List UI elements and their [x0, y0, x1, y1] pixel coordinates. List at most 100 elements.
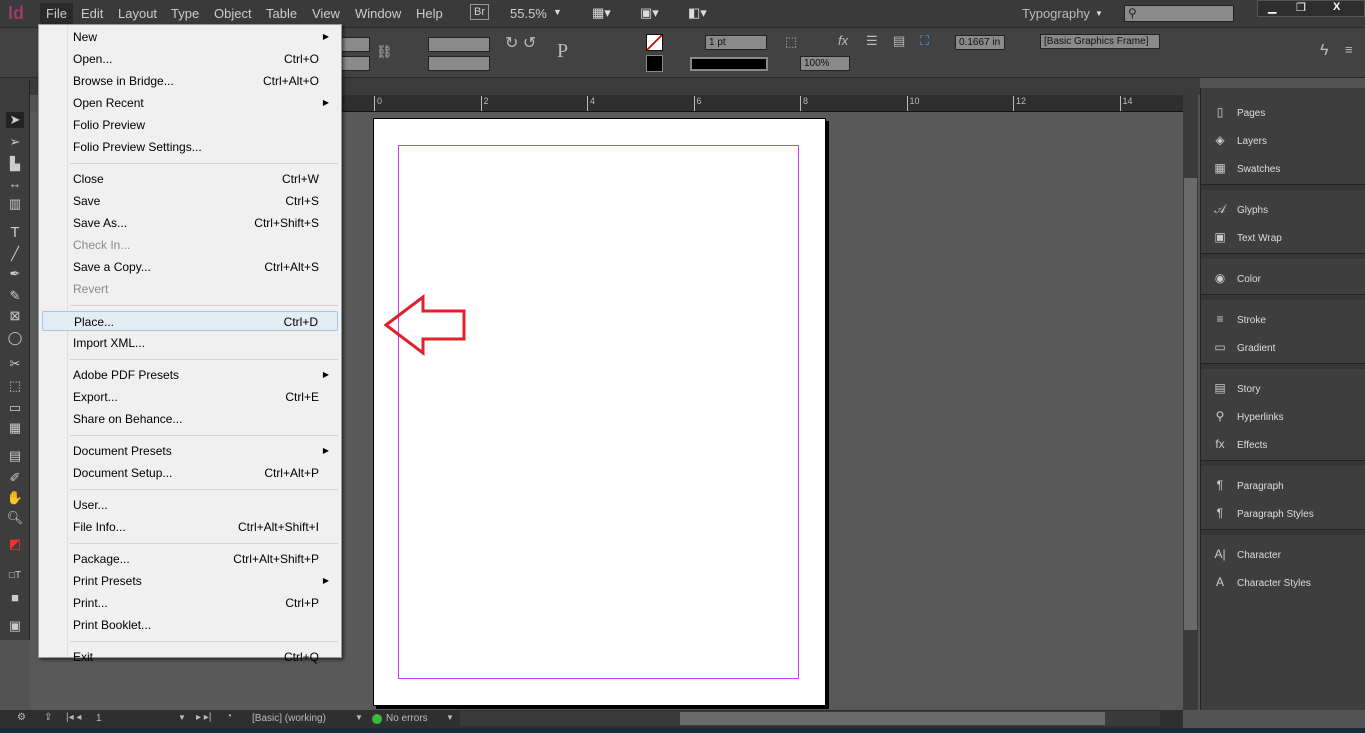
menu-item-save-as[interactable]: Save As... Ctrl+Shift+S: [42, 213, 338, 233]
minimize-button[interactable]: ▁: [1268, 1, 1276, 14]
menu-item-save[interactable]: Save Ctrl+S: [42, 191, 338, 211]
next-page-button[interactable]: ▸ ▸|: [196, 712, 211, 723]
menu-item-place[interactable]: Place... Ctrl+D: [42, 311, 338, 331]
scissors-tool[interactable]: ✂: [6, 356, 24, 372]
search-input[interactable]: ⚲: [1124, 5, 1234, 22]
rotate-icon[interactable]: ↻ ↺: [505, 33, 536, 53]
menu-item-print-booklet[interactable]: Print Booklet...: [42, 615, 338, 635]
zoom-level[interactable]: 55.5%: [510, 6, 547, 21]
panel-color[interactable]: ◉ Color: [1211, 270, 1261, 286]
effects-fx-icon[interactable]: fx: [838, 33, 848, 48]
menu-file[interactable]: File: [40, 3, 73, 25]
menu-item-share-on-behance[interactable]: Share on Behance...: [42, 409, 338, 429]
rotation-field[interactable]: [428, 37, 490, 52]
menu-type[interactable]: Type: [171, 6, 199, 21]
menu-edit[interactable]: Edit: [81, 6, 103, 21]
page-dropdown-icon[interactable]: ▼: [178, 713, 186, 722]
panel-effects[interactable]: fx Effects: [1211, 436, 1267, 452]
panel-hyperlinks[interactable]: ⚲ Hyperlinks: [1211, 408, 1284, 424]
menu-item-close[interactable]: Close Ctrl+W: [42, 169, 338, 189]
menu-item-print[interactable]: Print... Ctrl+P: [42, 593, 338, 613]
menu-item-folio-preview-settings[interactable]: Folio Preview Settings...: [42, 137, 338, 157]
panel-paragraph-styles[interactable]: ¶ Paragraph Styles: [1211, 505, 1314, 521]
menu-item-open-recent[interactable]: Open Recent ▶: [42, 93, 338, 113]
view-options-icon[interactable]: ▦▾: [592, 5, 611, 21]
apply-color-icon[interactable]: ■: [6, 590, 24, 605]
text-wrap-none-icon[interactable]: ☰: [866, 33, 878, 49]
stroke-swatch[interactable]: [646, 55, 663, 72]
workspace-switcher[interactable]: Typography: [1022, 6, 1090, 21]
panel-character[interactable]: A| Character: [1211, 546, 1280, 562]
panel-story[interactable]: ▤ Story: [1211, 380, 1260, 396]
formatting-affects-icon[interactable]: □T: [6, 570, 24, 581]
page-number-field[interactable]: 1: [96, 713, 102, 724]
menu-table[interactable]: Table: [266, 6, 297, 21]
horizontal-scroll-thumb[interactable]: [680, 712, 1105, 725]
stroke-weight-field[interactable]: 1 pt: [705, 35, 767, 50]
panel-menu-icon[interactable]: ≡: [1345, 42, 1353, 57]
menu-item-file-info[interactable]: File Info... Ctrl+Alt+Shift+I: [42, 517, 338, 537]
note-tool[interactable]: ▤: [6, 448, 24, 464]
close-button[interactable]: X: [1333, 1, 1340, 13]
offset-field[interactable]: 0.1667 in: [955, 35, 1005, 50]
fill-stroke-icon[interactable]: ◩: [6, 536, 24, 552]
gradient-swatch-tool[interactable]: ▭: [6, 400, 24, 416]
quick-apply-icon[interactable]: ϟ: [1320, 42, 1328, 60]
view-mode-icon[interactable]: ▣: [6, 618, 24, 634]
vertical-scroll-thumb[interactable]: [1184, 178, 1197, 630]
stroke-type-dropdown[interactable]: [690, 57, 768, 71]
hand-tool[interactable]: ✋: [6, 490, 24, 506]
menu-item-user[interactable]: User...: [42, 495, 338, 515]
horizontal-scrollbar[interactable]: [460, 711, 1160, 726]
menu-item-package[interactable]: Package... Ctrl+Alt+Shift+P: [42, 549, 338, 569]
free-transform-tool[interactable]: ⬚: [6, 378, 24, 394]
panel-pages[interactable]: ▯ Pages: [1211, 104, 1266, 120]
reference-point-icon[interactable]: P: [557, 40, 568, 63]
zoom-dropdown-icon[interactable]: ▼: [553, 7, 562, 17]
menu-help[interactable]: Help: [416, 6, 443, 21]
bridge-button[interactable]: Br: [470, 4, 489, 20]
fill-swatch[interactable]: [646, 34, 663, 51]
page-tool[interactable]: ▙: [6, 156, 24, 172]
panel-stroke[interactable]: ≡ Stroke: [1211, 311, 1265, 327]
style-dropdown-icon[interactable]: ▼: [355, 713, 363, 722]
panel-layers[interactable]: ◈ Layers: [1211, 132, 1267, 148]
panel-glyphs[interactable]: 𝒜 Glyphs: [1211, 201, 1268, 217]
menu-item-browse-in-bridge[interactable]: Browse in Bridge... Ctrl+Alt+O: [42, 71, 338, 91]
first-page-button[interactable]: |◂ ◂: [66, 712, 81, 723]
menu-item-adobe-pdf-presets[interactable]: Adobe PDF Presets ▶: [42, 365, 338, 385]
eyedropper-tool[interactable]: ✐: [6, 470, 24, 486]
ellipse-tool[interactable]: ◯: [6, 330, 24, 346]
rectangle-frame-tool[interactable]: ⊠: [6, 308, 24, 324]
selection-tool[interactable]: ➤: [6, 112, 24, 128]
menu-object[interactable]: Object: [214, 6, 252, 21]
restore-button[interactable]: ❐: [1296, 1, 1306, 14]
menu-layout[interactable]: Layout: [118, 6, 157, 21]
opacity-field[interactable]: 100%: [800, 56, 850, 71]
y-field[interactable]: [340, 56, 370, 71]
gap-tool[interactable]: ↔: [6, 176, 24, 191]
menu-item-folio-preview[interactable]: Folio Preview: [42, 115, 338, 135]
workspace-dropdown-icon[interactable]: ▼: [1095, 9, 1103, 18]
arrange-documents-icon[interactable]: ◧▾: [688, 5, 707, 21]
content-collector-tool[interactable]: ▥: [6, 196, 24, 212]
preflight-dropdown-icon[interactable]: ▼: [446, 713, 454, 722]
preflight-status[interactable]: No errors: [386, 713, 428, 724]
panel-paragraph[interactable]: ¶ Paragraph: [1211, 477, 1284, 493]
line-tool[interactable]: ╱: [6, 246, 24, 262]
corner-options-icon[interactable]: ⬚: [785, 34, 797, 50]
shear-field[interactable]: [428, 56, 490, 71]
type-tool[interactable]: T: [6, 224, 24, 241]
menu-item-document-setup[interactable]: Document Setup... Ctrl+Alt+P: [42, 463, 338, 483]
zoom-tool[interactable]: 🔍︎: [6, 510, 24, 526]
menu-item-import-xml[interactable]: Import XML...: [42, 333, 338, 353]
style-status[interactable]: [Basic] (working): [252, 713, 326, 724]
menu-item-print-presets[interactable]: Print Presets ▶: [42, 571, 338, 591]
preflight-settings-icon[interactable]: ⚙: [17, 712, 26, 723]
menu-item-save-a-copy[interactable]: Save a Copy... Ctrl+Alt+S: [42, 257, 338, 277]
menu-item-export[interactable]: Export... Ctrl+E: [42, 387, 338, 407]
panel-character-styles[interactable]: A Character Styles: [1211, 574, 1311, 590]
menu-item-document-presets[interactable]: Document Presets ▶: [42, 441, 338, 461]
panel-text-wrap[interactable]: ▣ Text Wrap: [1211, 229, 1282, 245]
direct-selection-tool[interactable]: ➢: [6, 134, 24, 150]
